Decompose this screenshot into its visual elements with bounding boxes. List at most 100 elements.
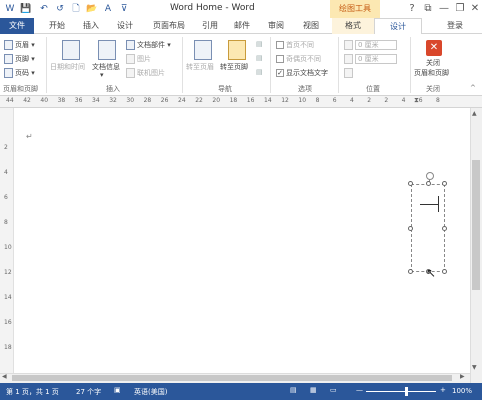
resize-handle[interactable] bbox=[442, 226, 447, 231]
goto-footer-button[interactable]: 转至页脚 bbox=[220, 62, 248, 72]
goto-footer-icon bbox=[228, 40, 246, 60]
quickparts-button[interactable]: 文档部件 ▾ bbox=[126, 40, 171, 50]
align-tab-button[interactable] bbox=[344, 68, 355, 78]
open-icon[interactable]: 📂 bbox=[86, 3, 98, 15]
zoom-in-button[interactable]: + bbox=[440, 386, 446, 394]
print-layout-icon[interactable]: ▦ bbox=[310, 386, 317, 394]
show-doc-text-checkbox[interactable]: ✓ 显示文档文字 bbox=[276, 68, 328, 78]
group-label-hf: 页眉和页脚 bbox=[3, 85, 38, 93]
scroll-left-icon[interactable]: ◀ bbox=[2, 373, 7, 380]
quickparts-icon bbox=[126, 40, 135, 50]
vruler-ticks: 2 4 6 8 10 12 14 16 18 bbox=[0, 108, 14, 373]
text-cursor bbox=[438, 196, 439, 212]
footer-icon bbox=[4, 54, 13, 64]
diff-first-checkbox[interactable]: 首页不同 bbox=[276, 40, 314, 50]
restore-button[interactable]: ❐ bbox=[452, 2, 468, 16]
header-button[interactable]: 页眉 ▾ bbox=[4, 40, 35, 50]
resize-handle[interactable] bbox=[426, 181, 431, 186]
tab-mailings[interactable]: 邮件 bbox=[228, 18, 256, 34]
rotate-handle-icon[interactable] bbox=[426, 172, 434, 180]
goto-header-button[interactable]: 转至页眉 bbox=[186, 62, 214, 72]
vruler-tick-label: 16 bbox=[4, 319, 12, 326]
collapse-ribbon-icon[interactable]: ^ bbox=[470, 84, 476, 92]
tab-references[interactable]: 引用 bbox=[196, 18, 224, 34]
ruler-ticks: 44 42 40 38 36 34 32 30 28 26 24 22 20 18 16 14 12 10 8 6 4 2… bbox=[0, 97, 482, 107]
redo-icon[interactable]: ↺ bbox=[54, 3, 66, 15]
docinfo-button[interactable]: 文档信息 bbox=[92, 62, 120, 72]
link-previous-icon[interactable]: ▤ bbox=[256, 68, 263, 76]
ruler-tick-label: 6 bbox=[332, 97, 337, 104]
close-hf-icon: ✕ bbox=[426, 40, 442, 56]
online-picture-button[interactable]: 联机图片 bbox=[126, 68, 165, 78]
login-link[interactable]: 登录 bbox=[440, 18, 470, 34]
resize-handle[interactable] bbox=[408, 269, 413, 274]
format-painter-icon[interactable]: A bbox=[102, 3, 114, 15]
drawing-tools-label: 绘图工具 bbox=[330, 0, 380, 18]
footer-position-field[interactable]: 0 厘米 bbox=[344, 54, 397, 64]
tab-format[interactable]: 格式 bbox=[332, 18, 374, 34]
resize-handle[interactable] bbox=[408, 181, 413, 186]
close-button[interactable]: ✕ bbox=[467, 2, 482, 16]
help-icon[interactable]: ? bbox=[404, 2, 420, 16]
tab-insert[interactable]: 插入 bbox=[76, 18, 106, 34]
tab-design[interactable]: 设计 bbox=[110, 18, 140, 34]
scroll-up-icon[interactable]: ▲ bbox=[472, 110, 477, 117]
minimize-button[interactable]: — bbox=[436, 2, 452, 16]
proofing-icon[interactable]: ▣ bbox=[114, 386, 121, 394]
new-doc-icon[interactable]: 🗋 bbox=[70, 3, 82, 15]
header-position-field[interactable]: 0 厘米 bbox=[344, 40, 397, 50]
scroll-thumb[interactable] bbox=[472, 160, 480, 290]
web-layout-icon[interactable]: ▭ bbox=[330, 386, 337, 394]
mouse-cursor-icon: ↖ bbox=[426, 266, 437, 280]
docinfo-dropdown-icon[interactable]: ▾ bbox=[100, 71, 104, 79]
ruler-tick-label: 2 bbox=[384, 97, 389, 104]
language-status[interactable]: 英语(美国) bbox=[134, 387, 167, 397]
text-box[interactable] bbox=[411, 184, 445, 272]
next-section-icon[interactable]: ▤ bbox=[256, 54, 263, 62]
tab-layout[interactable]: 页面布局 bbox=[144, 18, 194, 34]
prev-section-icon[interactable]: ▤ bbox=[256, 40, 263, 48]
document-page[interactable] bbox=[14, 108, 470, 383]
diff-oddeven-checkbox[interactable]: 奇偶页不同 bbox=[276, 54, 321, 64]
zoom-out-button[interactable]: — bbox=[356, 386, 363, 394]
tab-file[interactable]: 文件 bbox=[0, 18, 34, 34]
read-mode-icon[interactable]: ▤ bbox=[290, 386, 297, 394]
tab-hf-design[interactable]: 设计 bbox=[374, 18, 422, 34]
customize-qa-icon[interactable]: ⊽ bbox=[118, 3, 130, 15]
page-number-button[interactable]: 页码 ▾ bbox=[4, 68, 35, 78]
page-count[interactable]: 第 1 页，共 1 页 bbox=[6, 387, 59, 397]
zoom-level[interactable]: 100% bbox=[452, 387, 472, 395]
word-count[interactable]: 27 个字 bbox=[76, 387, 101, 397]
datetime-button[interactable]: 日期和时间 bbox=[50, 62, 85, 72]
ruler-tick-label: 4 bbox=[350, 97, 354, 104]
checkbox-icon bbox=[276, 55, 284, 63]
scroll-right-icon[interactable]: ▶ bbox=[460, 373, 465, 380]
undo-icon[interactable]: ↶ bbox=[38, 3, 50, 15]
save-icon[interactable]: 💾 bbox=[20, 3, 32, 15]
ribbon-options-icon[interactable]: ⧉ bbox=[420, 2, 436, 16]
zoom-slider[interactable] bbox=[366, 391, 436, 392]
resize-handle[interactable] bbox=[408, 226, 413, 231]
zoom-slider-thumb[interactable] bbox=[404, 387, 408, 396]
close-hf-button[interactable]: 页眉和页脚 bbox=[414, 68, 449, 78]
vruler-tick-label: 18 bbox=[4, 344, 12, 351]
indent-marker-icon[interactable]: ⧗ bbox=[414, 96, 420, 108]
paragraph-mark: ↵ bbox=[26, 132, 33, 141]
checkmark-icon: ✓ bbox=[276, 69, 284, 77]
group-label-options: 选项 bbox=[298, 85, 312, 93]
group-label-position: 位置 bbox=[366, 85, 380, 93]
hscroll-thumb[interactable] bbox=[12, 375, 452, 381]
divider bbox=[46, 37, 47, 93]
ruler-tick-label: 10 bbox=[298, 97, 307, 104]
close-hf-label-1[interactable]: 关闭 bbox=[426, 58, 440, 68]
footer-button[interactable]: 页脚 ▾ bbox=[4, 54, 35, 64]
picture-button[interactable]: 图片 bbox=[126, 54, 151, 64]
tab-review[interactable]: 审阅 bbox=[262, 18, 290, 34]
ruler-tick-label: 40 bbox=[40, 97, 49, 104]
scroll-down-icon[interactable]: ▼ bbox=[472, 364, 477, 371]
resize-handle[interactable] bbox=[442, 269, 447, 274]
tab-home[interactable]: 开始 bbox=[40, 18, 74, 34]
tab-view[interactable]: 视图 bbox=[296, 18, 326, 34]
ruler-tick-label: 8 bbox=[315, 97, 320, 104]
resize-handle[interactable] bbox=[442, 181, 447, 186]
